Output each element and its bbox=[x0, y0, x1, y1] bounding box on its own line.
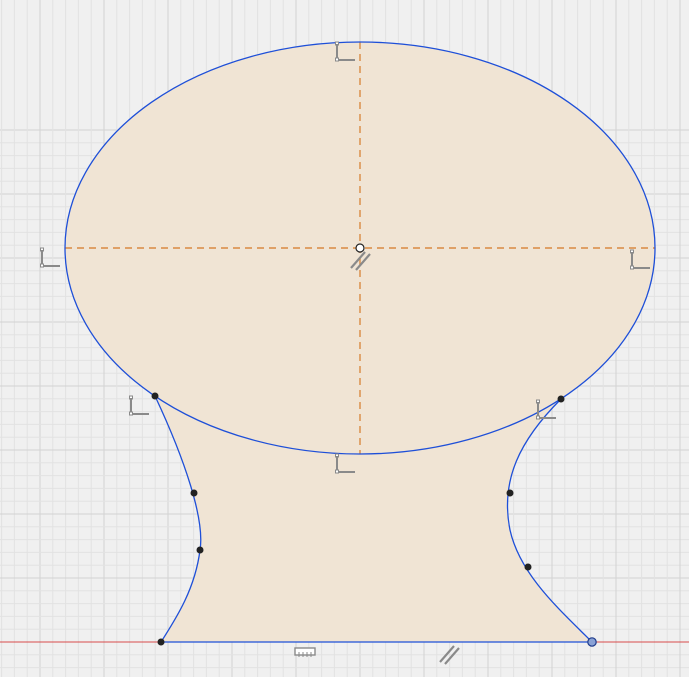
horizontal-icon[interactable] bbox=[294, 647, 316, 657]
glyph-stroke bbox=[630, 265, 634, 270]
glyph-stroke bbox=[335, 57, 339, 62]
glyph-stroke bbox=[439, 645, 455, 663]
sketch-canvas[interactable] bbox=[0, 0, 689, 677]
left-spline-end-point[interactable] bbox=[157, 638, 165, 646]
ellipse-center-point[interactable] bbox=[355, 243, 365, 253]
left-spline-fit-point[interactable] bbox=[196, 546, 204, 554]
sketch-canvas-area[interactable] bbox=[0, 0, 689, 677]
glyph-stroke bbox=[294, 647, 316, 656]
glyph-stroke bbox=[40, 263, 44, 268]
glyph-stroke bbox=[444, 647, 460, 665]
glyph-stroke bbox=[129, 411, 133, 416]
left-spline-start-point[interactable] bbox=[151, 392, 159, 400]
right-spline-start-point[interactable] bbox=[557, 395, 565, 403]
selected-end-point[interactable] bbox=[587, 637, 597, 647]
left-spline-fit-point[interactable] bbox=[190, 489, 198, 497]
glyph-stroke bbox=[335, 469, 339, 474]
glyph-stroke bbox=[536, 415, 540, 420]
right-spline-fit-point[interactable] bbox=[506, 489, 514, 497]
right-spline-fit-point[interactable] bbox=[524, 563, 532, 571]
